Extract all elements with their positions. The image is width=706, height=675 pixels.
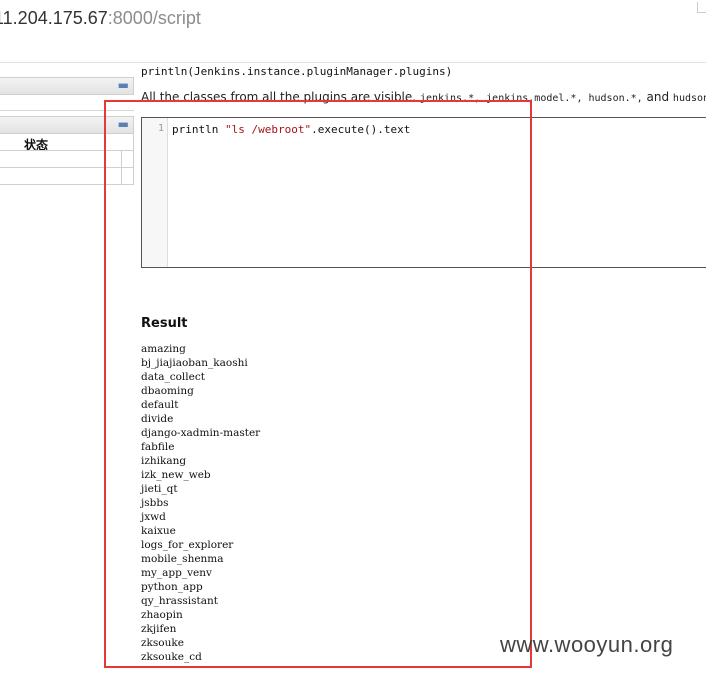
result-line: zhaopin [141,609,183,621]
result-line: logs_for_explorer [141,539,234,551]
description-packages: jenkins.*, jenkins.model.*, hudson.*, [419,93,643,104]
console-description: All the classes from all the plugins are… [141,90,706,104]
collapse-icon[interactable]: ▬ [118,78,129,92]
line-number: 1 [157,123,164,134]
code-line[interactable]: println "ls /webroot".execute().text [172,123,410,136]
address-bar[interactable]: 11.204.175.67:8000/script [0,0,706,39]
address-url[interactable]: 11.204.175.67:8000/script [0,8,201,29]
watermark: www.wooyun.org [500,632,674,657]
result-line: divide [141,413,174,425]
sidebar-panel-header-build-queue[interactable]: ▬ [0,77,134,95]
result-line: zksouke [141,637,184,649]
result-line: jsbbs [141,497,169,509]
code-keyword: println [172,123,219,136]
line-gutter: 1 [142,118,168,267]
result-line: django-xadmin-master [141,427,261,439]
script-editor[interactable]: 1 println "ls /webroot".execute().text [141,117,706,268]
code-rest: .execute().text [311,123,411,136]
result-line: zkjifen [141,623,177,635]
result-heading: Result [141,316,188,331]
description-and: and [646,90,670,104]
result-line: fabfile [141,441,175,453]
collapse-icon[interactable]: ▬ [118,117,129,131]
window-corner [697,2,706,13]
description-suffix: hudson.mo [672,93,706,104]
toolbar-strip [0,38,706,63]
table-divider [121,151,122,185]
result-line: amazing [141,343,186,355]
result-line: python_app [141,581,203,593]
result-line: my_app_venv [141,567,212,579]
sidebar-panel-body [0,95,134,111]
result-line: dbaoming [141,385,194,397]
table-divider [133,134,134,185]
result-line: data_collect [141,371,205,383]
result-output: amazing bj_jiajiaoban_kaoshi data_collectd… [141,342,260,664]
result-line: jxwd [141,511,166,523]
example-code: println(Jenkins.instance.pluginManager.p… [141,65,453,78]
executor-row [0,151,134,168]
code-string: "ls /webroot" [224,123,312,136]
result-line: zksouke_cd [141,651,202,663]
result-line: kaixue [141,525,176,537]
executor-header-row [0,134,134,151]
result-line: jieti_qt [141,483,178,495]
executor-row [0,168,134,185]
result-line: izk_new_web [141,469,211,481]
result-line: qy_hrassistant [141,595,218,607]
result-line: izhikang [141,455,187,467]
sidebar-panel-header-executors[interactable]: ▬ [0,116,134,134]
result-line: mobile_shenma [141,553,224,565]
description-prefix: All the classes from all the plugins are… [141,90,417,104]
url-host: 11.204.175.67 [0,8,108,28]
url-path: :8000/script [107,8,201,28]
result-line: default [141,399,179,411]
result-line: bj_jiajiaoban_kaoshi [141,357,248,369]
